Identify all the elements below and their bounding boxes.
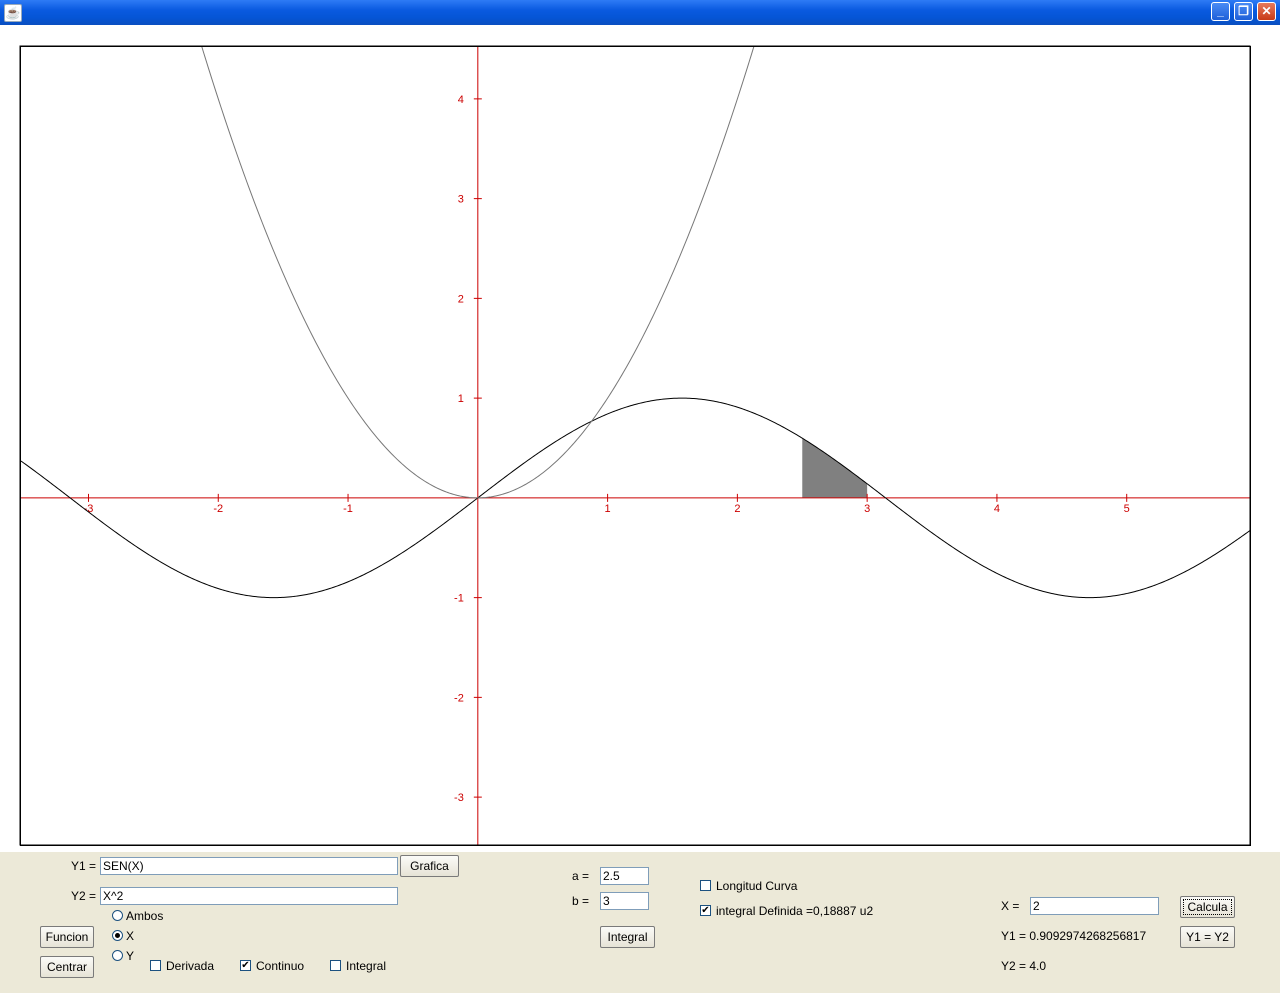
x-input[interactable] (1030, 897, 1159, 915)
b-input[interactable] (600, 892, 649, 910)
integral-definida-checkbox[interactable]: ✔ (700, 905, 711, 916)
radio-x[interactable] (112, 930, 123, 941)
y2-label: Y2 = (71, 889, 97, 903)
y-tick-label: -3 (454, 792, 464, 804)
curve-y2 (201, 47, 755, 499)
y-tick-label: -1 (454, 593, 464, 605)
y1-equals-y2-button[interactable]: Y1 = Y2 (1180, 926, 1235, 948)
y-tick-label: 3 (458, 194, 464, 206)
longitud-curva-checkbox[interactable] (700, 880, 711, 891)
radio-ambos-label: Ambos (126, 909, 164, 923)
b-label: b = (572, 894, 590, 908)
x-tick-label: 5 (1124, 503, 1130, 515)
funcion-button[interactable]: Funcion (40, 926, 94, 948)
a-label: a = (572, 869, 590, 883)
derivada-checkbox[interactable] (150, 960, 161, 971)
derivada-label: Derivada (166, 959, 215, 973)
integral-button[interactable]: Integral (600, 926, 655, 948)
integral-definida-label: integral Definida =0,18887 u2 (716, 904, 874, 918)
grafica-button[interactable]: Grafica (400, 855, 459, 877)
y-tick-label: 4 (458, 94, 464, 106)
plot-border (19, 45, 1251, 846)
y-tick-label: -2 (454, 692, 464, 704)
y1-result: Y1 = 0.9092974268256817 (1001, 929, 1147, 943)
radio-selected-dot (115, 933, 120, 938)
integral-checkbox[interactable] (330, 960, 341, 971)
continuo-checkbox[interactable]: ✔ (240, 960, 251, 971)
integral-checkbox-label: Integral (346, 959, 387, 973)
x-tick-label: 4 (994, 503, 1000, 515)
y1-label: Y1 = (71, 859, 97, 873)
longitud-curva-label: Longitud Curva (716, 879, 798, 893)
integral-shaded-area (802, 438, 868, 498)
radio-x-label: X (126, 929, 135, 943)
calcula-button[interactable]: Calcula (1180, 896, 1235, 918)
x-tick-label: 3 (864, 503, 870, 515)
y-tick-label: 1 (458, 393, 464, 405)
x-tick-label: -1 (343, 503, 353, 515)
centrar-button[interactable]: Centrar (40, 956, 94, 978)
radio-y-label: Y (126, 949, 135, 963)
radio-y[interactable] (112, 950, 123, 961)
continuo-label: Continuo (256, 959, 305, 973)
function-plot: -3 -2 -1 1 2 3 4 5-3-2-11234 (19, 45, 1251, 846)
y-tick-label: 2 (458, 293, 464, 305)
x-label: X = (1001, 899, 1020, 913)
x-tick-label: -2 (213, 503, 223, 515)
y1-input[interactable] (100, 857, 398, 875)
x-tick-label: 1 (605, 503, 611, 515)
y2-input[interactable] (100, 887, 398, 905)
x-tick-label: 2 (734, 503, 740, 515)
y2-result: Y2 = 4.0 (1001, 959, 1047, 973)
a-input[interactable] (600, 867, 649, 885)
radio-ambos[interactable] (112, 910, 123, 921)
